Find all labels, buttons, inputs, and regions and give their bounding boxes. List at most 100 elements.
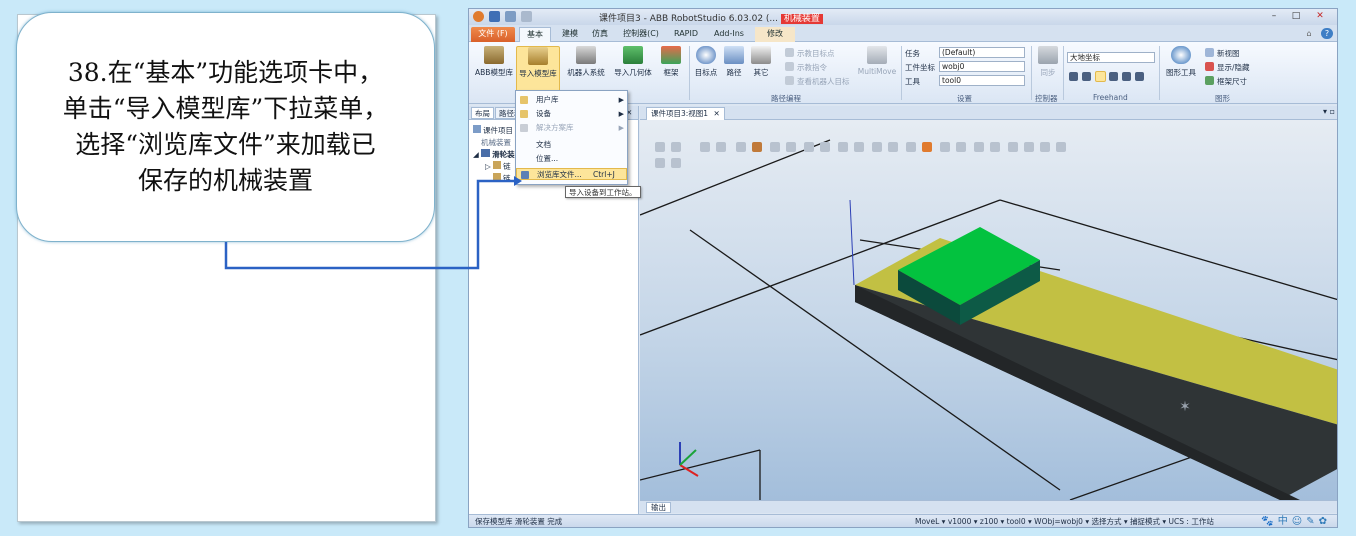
- tree-item-station-label: 课件项目: [483, 126, 513, 135]
- view-tab-close-icon[interactable]: ✕: [713, 109, 719, 118]
- tree-expand-icon[interactable]: ◢: [473, 150, 481, 159]
- path-label: 路径: [726, 68, 742, 77]
- menu-item-user-library[interactable]: 用户库 ▶: [516, 94, 627, 106]
- multimove-button[interactable]: MultiMove: [855, 46, 899, 76]
- redo-icon[interactable]: [521, 11, 532, 22]
- teach-target-button[interactable]: 示教目标点: [797, 48, 835, 59]
- jog-reorient-icon[interactable]: [1095, 71, 1106, 82]
- robot-system-icon: [576, 46, 596, 64]
- tree-item-pulley[interactable]: ◢ 滑轮装: [473, 149, 515, 160]
- browse-tooltip: 导入设备到工作站。: [565, 186, 641, 198]
- menu-item-equipment-label: 设备: [536, 109, 551, 118]
- tab-addins[interactable]: Add-Ins: [709, 27, 749, 42]
- origin-marker-icon: ✶: [1179, 399, 1191, 415]
- 3d-viewport[interactable]: ✶: [640, 120, 1338, 500]
- submenu-arrow-icon: ▶: [618, 96, 624, 104]
- wobj-select[interactable]: wobj0: [939, 61, 1025, 72]
- view-pin-icon[interactable]: ▾ ▫: [1323, 107, 1335, 116]
- view-robot-target-icon: [785, 76, 794, 85]
- tree-item-link-2[interactable]: 链: [493, 173, 511, 184]
- ribbon-collapse-icon[interactable]: ⌂: [1303, 27, 1315, 42]
- tree-item-link-1[interactable]: ▷ 链: [485, 161, 511, 172]
- link-icon: [493, 173, 501, 181]
- menu-item-user-library-label: 用户库: [536, 95, 559, 104]
- maximize-button[interactable]: □: [1287, 10, 1305, 23]
- sync-button[interactable]: 同步: [1035, 46, 1061, 78]
- ribbon-separator: [901, 46, 902, 100]
- abb-library-button[interactable]: ABB模型库: [473, 46, 515, 78]
- menu-item-documents[interactable]: 文档: [516, 139, 627, 151]
- instruction-line-4: 保存的机械装置: [137, 166, 313, 195]
- view-robot-target-button[interactable]: 查看机器人目标: [797, 76, 850, 87]
- folder-icon: [520, 110, 528, 118]
- folder-icon: [520, 96, 528, 104]
- jog-tcp-icon[interactable]: [1109, 72, 1118, 81]
- tab-layout[interactable]: 布局: [471, 107, 494, 119]
- help-icon[interactable]: ?: [1321, 28, 1333, 39]
- menu-item-browse-library[interactable]: 浏览库文件... Ctrl+J: [516, 168, 627, 180]
- task-select[interactable]: (Default): [939, 47, 1025, 58]
- link-icon: [493, 161, 502, 169]
- teach-instruction-button[interactable]: 示教指令: [797, 62, 827, 73]
- frame-size-button[interactable]: 框架尺寸: [1217, 76, 1247, 87]
- import-library-dropdown: 用户库 ▶ 设备 ▶ 解决方案库 ▶ 文档 位置... 浏览库文件... Ctr…: [515, 90, 628, 185]
- tab-output[interactable]: 输出: [646, 502, 671, 513]
- import-geometry-button[interactable]: 导入几何体: [611, 46, 655, 78]
- station-icon: [473, 125, 481, 133]
- status-bar: 保存模型库 滑轮装置 完成 MoveL ▾ v1000 ▾ z100 ▾ too…: [469, 514, 1337, 527]
- tab-file[interactable]: 文件 (F): [471, 27, 515, 42]
- tab-basic[interactable]: 基本: [519, 27, 551, 42]
- robot-system-button[interactable]: 机器人系统: [563, 46, 609, 78]
- menu-item-solution-library[interactable]: 解决方案库 ▶: [516, 122, 627, 134]
- menu-item-equipment[interactable]: 设备 ▶: [516, 108, 627, 120]
- minimize-button[interactable]: –: [1265, 10, 1283, 23]
- tab-controller[interactable]: 控制器(C): [619, 27, 663, 42]
- instruction-line-1: 38.在“基本”功能选项卡中，: [67, 58, 384, 87]
- tab-view-1[interactable]: 课件项目3:视图1 ✕: [646, 107, 725, 120]
- tab-modify[interactable]: 修改: [755, 27, 795, 42]
- import-library-button[interactable]: 导入模型库: [516, 46, 560, 94]
- frame-button[interactable]: 框架: [657, 46, 685, 78]
- close-button[interactable]: ✕: [1311, 10, 1329, 23]
- frame-size-icon: [1205, 76, 1214, 85]
- tree-expand-icon[interactable]: ▷: [485, 162, 493, 171]
- rotate-icon[interactable]: [1135, 72, 1144, 81]
- import-library-icon: [528, 47, 548, 65]
- show-hide-icon: [1205, 62, 1214, 71]
- jog-joint-icon[interactable]: [1069, 72, 1078, 81]
- target-button[interactable]: 目标点: [691, 46, 721, 78]
- tab-modeling[interactable]: 建模: [557, 27, 583, 42]
- path-button[interactable]: 路径: [722, 46, 746, 78]
- menu-item-location[interactable]: 位置...: [516, 153, 627, 165]
- show-hide-button[interactable]: 显示/隐藏: [1217, 62, 1250, 73]
- graphic-tools-button[interactable]: 图形工具: [1161, 46, 1201, 78]
- browse-icon: [521, 171, 529, 179]
- undo-icon[interactable]: [505, 11, 516, 22]
- view-tabbar: 课件项目3:视图1 ✕ ▾ ▫: [640, 106, 1337, 120]
- tool-label: 工具: [905, 77, 920, 86]
- new-view-button[interactable]: 新视图: [1217, 48, 1240, 59]
- tree-item-link-2-label: 链: [503, 174, 511, 183]
- tree-item-mechanism[interactable]: 机械装置: [481, 137, 511, 148]
- save-icon[interactable]: [489, 11, 500, 22]
- instruction-line-2: 单击“导入模型库”下拉菜单，: [62, 94, 389, 123]
- coordinate-select[interactable]: 大地坐标: [1067, 52, 1155, 63]
- tab-simulation[interactable]: 仿真: [587, 27, 613, 42]
- ime-toolbar-icons[interactable]: 🐾中☺✎✿: [1261, 515, 1331, 527]
- jog-linear-icon[interactable]: [1082, 72, 1091, 81]
- tab-rapid[interactable]: RAPID: [669, 27, 703, 42]
- move-icon[interactable]: [1122, 72, 1131, 81]
- target-label: 目标点: [694, 68, 718, 77]
- tree-item-station[interactable]: 课件项目: [473, 125, 513, 136]
- tool-select[interactable]: tool0: [939, 75, 1025, 86]
- import-library-label: 导入模型库: [519, 69, 557, 78]
- other-button[interactable]: 其它: [749, 46, 773, 78]
- new-view-icon: [1205, 48, 1214, 57]
- other-label: 其它: [753, 68, 769, 77]
- import-geometry-label: 导入几何体: [614, 68, 652, 77]
- folder-icon: [520, 124, 528, 132]
- title-bar: 课件项目3 - ABB RobotStudio 6.03.02 (... 机械装…: [469, 9, 1337, 25]
- app-logo-icon[interactable]: [473, 11, 484, 22]
- view-tab-label: 课件项目3:视图1: [651, 109, 709, 118]
- status-settings[interactable]: MoveL ▾ v1000 ▾ z100 ▾ tool0 ▾ WObj=wobj…: [915, 515, 1214, 527]
